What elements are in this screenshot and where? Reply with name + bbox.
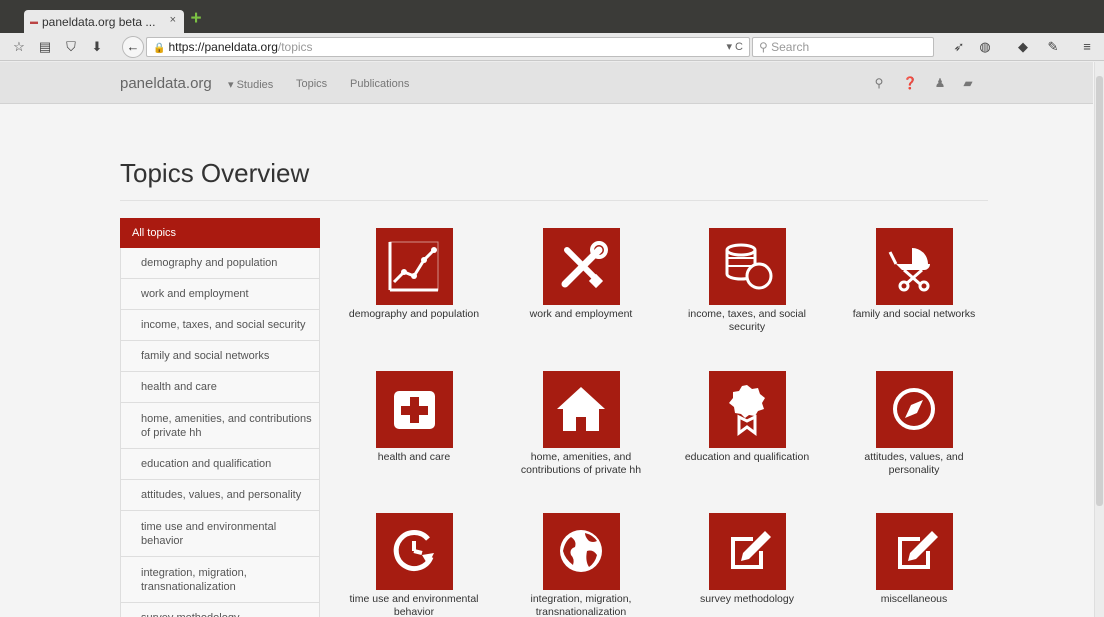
edit-icon bbox=[708, 513, 786, 590]
sidebar-item-attitudes[interactable]: attitudes, values, and personality bbox=[120, 480, 320, 511]
topic-label: education and qualification bbox=[684, 451, 810, 463]
topic-label: home, amenities, and contributions of pr… bbox=[520, 451, 642, 476]
browser-tab-bar: ▬ paneldata.org beta ... × + bbox=[0, 0, 1104, 33]
search-icon[interactable]: ⚲ bbox=[871, 75, 887, 91]
topics-sidebar: All topics demography and population wor… bbox=[120, 218, 320, 617]
edit-icon bbox=[875, 513, 953, 590]
topic-tile-work[interactable]: work and employment bbox=[506, 228, 656, 321]
url-host: https://paneldata.org bbox=[168, 40, 278, 54]
topic-tile-education[interactable]: education and qualification bbox=[672, 371, 822, 464]
topic-tile-family[interactable]: family and social networks bbox=[839, 228, 989, 321]
help-icon[interactable]: ❓ bbox=[902, 75, 918, 91]
tools-icon bbox=[542, 228, 620, 305]
site-navbar: paneldata.org ▾ Studies Topics Publicati… bbox=[0, 62, 1093, 104]
clock-arrow-icon bbox=[375, 513, 453, 590]
sidebar-item-time-use[interactable]: time use and environmental behavior bbox=[120, 511, 320, 557]
menu-hamburger-icon[interactable]: ≡ bbox=[1078, 38, 1096, 56]
tab-close-icon[interactable]: × bbox=[170, 14, 176, 26]
topic-label: time use and environmental behavior bbox=[349, 593, 479, 617]
reload-icon[interactable]: ▾ C bbox=[726, 38, 743, 56]
topic-label: family and social networks bbox=[852, 308, 976, 320]
new-tab-button[interactable]: + bbox=[188, 9, 204, 28]
topic-tile-health[interactable]: health and care bbox=[339, 371, 489, 464]
scrollbar-thumb[interactable] bbox=[1096, 76, 1103, 506]
addon-globe-icon[interactable]: ◍ bbox=[976, 38, 994, 56]
send-icon[interactable]: ➶ bbox=[950, 38, 968, 56]
sidebar-item-health[interactable]: health and care bbox=[120, 372, 320, 403]
addon-tools-icon[interactable]: ✎ bbox=[1044, 38, 1062, 56]
search-icon: ⚲ bbox=[759, 40, 772, 54]
topic-label: integration, migration, transnationaliza… bbox=[530, 593, 632, 617]
sidebar-item-work[interactable]: work and employment bbox=[120, 279, 320, 310]
topic-label: health and care bbox=[377, 451, 451, 463]
back-button[interactable]: ← bbox=[122, 36, 144, 58]
lock-icon: 🔒 bbox=[153, 43, 166, 54]
url-path: /topics bbox=[277, 40, 313, 54]
sidebar-item-family[interactable]: family and social networks bbox=[120, 341, 320, 372]
browser-tab[interactable]: ▬ paneldata.org beta ... × bbox=[24, 10, 184, 33]
topic-label: attitudes, values, and personality bbox=[864, 451, 964, 476]
page-viewport: paneldata.org ▾ Studies Topics Publicati… bbox=[0, 62, 1104, 617]
addon-shield-icon[interactable]: ◆ bbox=[1014, 38, 1032, 56]
topic-tile-demography[interactable]: demography and population bbox=[339, 228, 489, 321]
globe-icon bbox=[542, 513, 620, 590]
nav-publications[interactable]: Publications bbox=[350, 78, 409, 90]
sidebar-item-all-topics[interactable]: All topics bbox=[120, 218, 320, 248]
topic-tile-survey[interactable]: survey methodology bbox=[672, 513, 822, 606]
topic-tile-home[interactable]: home, amenities, and contributions of pr… bbox=[506, 371, 656, 477]
browser-search-input[interactable]: ⚲ Search bbox=[752, 37, 934, 57]
award-ribbon-icon bbox=[708, 371, 786, 448]
topic-label: income, taxes, and social security bbox=[688, 308, 806, 333]
favicon-icon: ▬ bbox=[30, 17, 38, 26]
topic-label: work and employment bbox=[529, 308, 633, 320]
topic-tile-attitudes[interactable]: attitudes, values, and personality bbox=[839, 371, 989, 477]
page-scrollbar[interactable] bbox=[1094, 62, 1104, 617]
bookmark-star-icon[interactable]: ☆ bbox=[10, 38, 28, 56]
topic-label: miscellaneous bbox=[880, 593, 948, 605]
download-icon[interactable]: ⬇ bbox=[88, 38, 106, 56]
coins-icon bbox=[708, 228, 786, 305]
clipboard-icon[interactable]: ▤ bbox=[36, 38, 54, 56]
browser-nav-bar: ☆ ▤ ⛉ ⬇ ← 🔒 https://paneldata.org/topics … bbox=[0, 33, 1104, 61]
stroller-icon bbox=[875, 228, 953, 305]
sidebar-item-education[interactable]: education and qualification bbox=[120, 449, 320, 480]
compass-icon bbox=[875, 371, 953, 448]
line-chart-icon bbox=[375, 228, 453, 305]
topic-label: demography and population bbox=[348, 308, 480, 320]
page-title: Topics Overview bbox=[120, 158, 310, 188]
house-icon bbox=[542, 371, 620, 448]
sidebar-item-income[interactable]: income, taxes, and social security bbox=[120, 310, 320, 341]
pocket-icon[interactable]: ⛉ bbox=[62, 38, 80, 56]
comment-icon[interactable]: ▰ bbox=[960, 75, 976, 91]
topic-tile-miscellaneous[interactable]: miscellaneous bbox=[839, 513, 989, 606]
topic-label: survey methodology bbox=[700, 593, 794, 605]
site-brand[interactable]: paneldata.org bbox=[120, 75, 212, 92]
title-divider bbox=[120, 200, 988, 201]
medical-cross-icon bbox=[375, 371, 453, 448]
nav-topics[interactable]: Topics bbox=[296, 78, 327, 90]
sidebar-item-integration[interactable]: integration, migration, transnationaliza… bbox=[120, 557, 320, 603]
sidebar-item-demography[interactable]: demography and population bbox=[120, 248, 320, 279]
user-icon[interactable]: ♟ bbox=[932, 75, 948, 91]
topic-tile-time-use[interactable]: time use and environmental behavior bbox=[339, 513, 489, 617]
sidebar-item-survey[interactable]: survey methodology bbox=[120, 603, 320, 617]
sidebar-item-home[interactable]: home, amenities, and contributions of pr… bbox=[120, 403, 320, 449]
search-placeholder: Search bbox=[771, 40, 810, 54]
topic-tile-income[interactable]: income, taxes, and social security bbox=[672, 228, 822, 334]
nav-studies[interactable]: ▾ Studies bbox=[228, 78, 273, 91]
url-bar[interactable]: 🔒 https://paneldata.org/topics ▾ C bbox=[146, 37, 750, 57]
tab-title: paneldata.org beta ... bbox=[42, 14, 156, 29]
topic-tile-integration[interactable]: integration, migration, transnationaliza… bbox=[506, 513, 656, 617]
